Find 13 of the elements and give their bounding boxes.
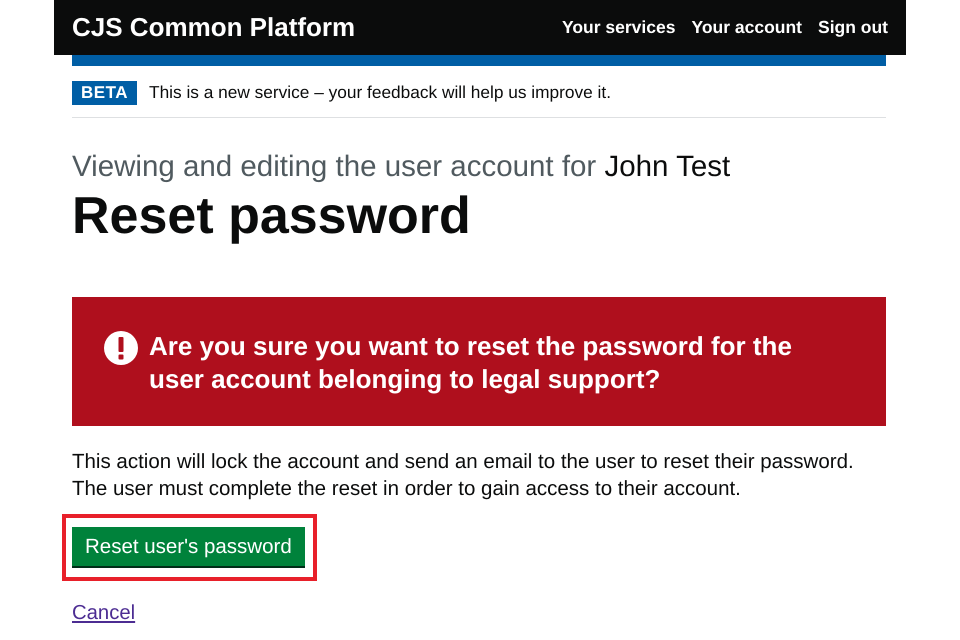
cancel-link[interactable]: Cancel [72,602,136,624]
nav-link[interactable]: Your account [691,14,802,41]
warning-text: Are you sure you want to reset the password for the user account belonging to legal support? [149,330,793,396]
page-heading: Reset password [72,186,472,246]
phase-tag: BETA [72,80,138,105]
page-caption: Viewing and editing the user account for John Test [72,150,732,184]
reset-password-button[interactable]: Reset user's password [72,526,305,566]
body-text: This action will lock the account and send an email to the user to reset their password. The user must complete the reset in order to gain access to their account. [72,448,855,502]
nav-link[interactable]: Your services [562,14,676,41]
nav-link[interactable]: Sign out [818,14,888,41]
warning-icon [104,330,138,365]
service-title[interactable]: CJS Common Platform [72,8,356,47]
phase-banner-text: This is a new service – your feedback will help us improve it. [149,81,612,104]
